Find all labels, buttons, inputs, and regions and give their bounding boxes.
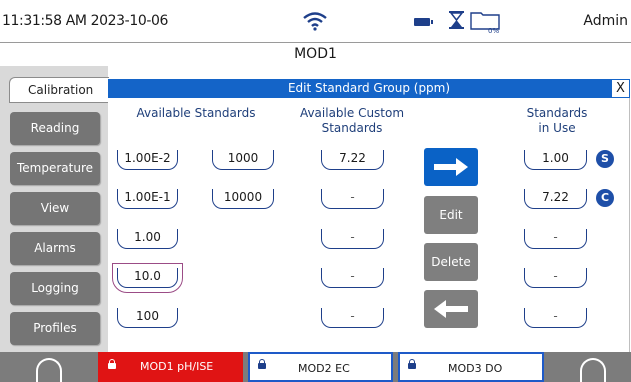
close-button[interactable]: X — [611, 79, 630, 98]
slope-badge-icon: S — [596, 150, 614, 168]
available-standard[interactable]: 1.00E-1 — [117, 189, 178, 209]
available-standard[interactable]: 1000 — [212, 150, 274, 170]
lock-icon — [258, 359, 266, 369]
custom-header-line1: Available Custom — [299, 106, 405, 120]
available-standard[interactable]: 1.00 — [117, 229, 178, 249]
module-title: MOD1 — [294, 46, 337, 62]
sidebar-item-profiles[interactable]: Profiles — [10, 312, 100, 345]
module-tab-label: MOD3 DO — [448, 362, 503, 375]
prev-module-icon[interactable] — [36, 358, 62, 382]
storage-folder-icon — [470, 12, 500, 30]
battery-icon — [414, 18, 433, 26]
in-use-header-line1: Standards — [526, 106, 588, 120]
dialog-title-bar: Edit Standard Group (ppm) X — [108, 79, 630, 98]
dialog-title: Edit Standard Group (ppm) — [287, 81, 451, 95]
wifi-icon — [303, 12, 327, 31]
storage-percent: 0% — [488, 27, 500, 35]
status-bar: 11:31:58 AM 2023-10-06 0% Admin — [0, 0, 631, 43]
module-tab-mod1[interactable]: MOD1 pH/ISE — [98, 352, 243, 382]
in-use-standard[interactable]: - — [524, 268, 587, 288]
sidebar-item-reading[interactable]: Reading — [10, 112, 100, 145]
custom-standard[interactable]: - — [321, 308, 384, 328]
available-standard-selected[interactable]: 10.0 — [112, 263, 183, 293]
sidebar: Calibration Reading Temperature View Ala… — [0, 66, 109, 352]
remove-standard-button[interactable] — [424, 290, 478, 328]
available-standard[interactable]: 10000 — [212, 189, 274, 209]
in-use-standard[interactable]: - — [524, 308, 587, 328]
module-tab-label: MOD1 pH/ISE — [140, 360, 214, 373]
custom-standard[interactable]: - — [321, 189, 384, 209]
next-module-icon[interactable] — [580, 358, 606, 382]
in-use-standard[interactable]: 7.22 — [524, 189, 587, 209]
sidebar-item-logging[interactable]: Logging — [10, 272, 100, 305]
custom-standards-header: Available Custom Standards — [292, 106, 412, 136]
arrow-left-icon — [434, 300, 468, 318]
in-use-standard[interactable]: - — [524, 229, 587, 249]
module-tab-mod3[interactable]: MOD3 DO — [398, 352, 544, 382]
delete-button[interactable]: Delete — [424, 243, 478, 281]
tab-calibration[interactable]: Calibration — [9, 77, 109, 103]
module-tab-label: MOD2 EC — [298, 362, 350, 375]
status-time: 11:31:58 AM 2023-10-06 — [2, 13, 168, 29]
available-standard[interactable]: 1.00E-2 — [117, 150, 178, 170]
sidebar-item-view[interactable]: View — [10, 192, 100, 225]
arrow-right-icon — [434, 158, 468, 176]
sidebar-item-temperature[interactable]: Temperature — [10, 152, 100, 185]
hourglass-icon — [449, 11, 464, 29]
custom-badge-icon: C — [596, 189, 614, 207]
available-standards-header: Available Standards — [136, 106, 256, 120]
custom-standard[interactable]: - — [321, 229, 384, 249]
lock-icon — [408, 359, 416, 369]
lock-icon — [108, 359, 116, 369]
available-standard[interactable]: 100 — [117, 308, 178, 328]
custom-standard[interactable]: 7.22 — [321, 150, 384, 170]
add-standard-button[interactable] — [424, 148, 478, 186]
user-name[interactable]: Admin — [583, 13, 628, 29]
in-use-header-line2: in Use — [538, 121, 576, 135]
module-tab-mod2[interactable]: MOD2 EC — [248, 352, 393, 382]
standards-in-use-header: Standards in Use — [512, 106, 602, 136]
sidebar-item-alarms[interactable]: Alarms — [10, 232, 100, 265]
edit-button[interactable]: Edit — [424, 196, 478, 234]
in-use-standard[interactable]: 1.00 — [524, 150, 587, 170]
custom-standard[interactable]: - — [321, 268, 384, 288]
custom-header-line2: Standards — [321, 121, 383, 135]
